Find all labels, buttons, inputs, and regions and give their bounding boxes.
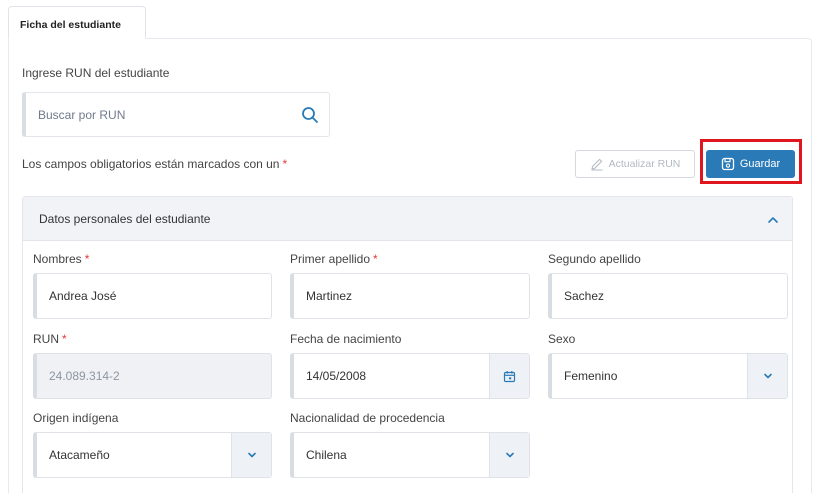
nacionalidad-dropdown-toggle[interactable] <box>489 433 529 477</box>
nombres-label-text: Nombres <box>33 252 82 266</box>
search-input[interactable] <box>38 105 278 125</box>
save-button[interactable]: Guardar <box>706 150 795 178</box>
search-label: Ingrese RUN del estudiante <box>22 66 170 80</box>
primer-apellido-field[interactable]: Martinez <box>290 273 530 319</box>
nombres-field[interactable]: Andrea José <box>33 273 272 319</box>
run-label-text: RUN <box>33 332 59 346</box>
fecha-nacimiento-value: 14/05/2008 <box>306 369 367 383</box>
run-value: 24.089.314-2 <box>49 369 120 383</box>
nacionalidad-select[interactable]: Chilena <box>290 432 530 478</box>
chevron-down-icon <box>247 452 256 458</box>
nombres-required-marker: * <box>84 252 90 266</box>
nacionalidad-label: Nacionalidad de procedencia <box>290 411 445 425</box>
chevron-down-icon <box>505 452 514 458</box>
origen-indigena-value: Atacameño <box>49 448 110 462</box>
nombres-label: Nombres * <box>33 252 89 266</box>
save-icon <box>721 157 734 171</box>
chevron-down-icon <box>763 373 772 379</box>
run-label: RUN * <box>33 332 67 346</box>
calendar-icon <box>503 370 516 382</box>
search-icon[interactable] <box>300 105 320 125</box>
nombres-value: Andrea José <box>49 289 117 303</box>
segundo-apellido-field[interactable]: Sachez <box>548 273 788 319</box>
segundo-apellido-value: Sachez <box>564 289 605 303</box>
fecha-nacimiento-field[interactable]: 14/05/2008 <box>290 353 530 399</box>
segundo-apellido-label: Segundo apellido <box>548 252 641 266</box>
sexo-select[interactable]: Femenino <box>548 353 788 399</box>
required-notice: Los campos obligatorios están marcados c… <box>22 157 287 171</box>
origen-indigena-label: Origen indígena <box>33 411 119 425</box>
required-marker: * <box>282 157 288 171</box>
fecha-nacimiento-label: Fecha de nacimiento <box>290 332 402 346</box>
calendar-button[interactable] <box>489 354 529 398</box>
update-run-button[interactable]: Actualizar RUN <box>575 150 695 178</box>
primer-apellido-label: Primer apellido * <box>290 252 378 266</box>
primer-apellido-required-marker: * <box>373 252 378 266</box>
origen-indigena-dropdown-toggle[interactable] <box>231 433 271 477</box>
primer-apellido-label-text: Primer apellido <box>290 252 371 266</box>
tab-ficha-estudiante[interactable]: Ficha del estudiante <box>8 6 146 39</box>
sexo-value: Femenino <box>564 369 618 383</box>
sexo-label: Sexo <box>548 332 576 346</box>
chevron-up-icon[interactable] <box>766 213 780 227</box>
primer-apellido-value: Martinez <box>306 289 353 303</box>
section-header[interactable]: Datos personales del estudiante <box>23 197 792 241</box>
search-field[interactable] <box>22 92 330 137</box>
nacionalidad-value: Chilena <box>306 448 347 462</box>
edit-icon <box>590 158 603 171</box>
save-label: Guardar <box>739 158 781 170</box>
update-run-label: Actualizar RUN <box>608 158 681 170</box>
sexo-dropdown-toggle[interactable] <box>747 354 787 398</box>
section-title: Datos personales del estudiante <box>39 212 211 226</box>
tab-label: Ficha del estudiante <box>20 19 121 31</box>
run-required-marker: * <box>62 332 67 346</box>
required-notice-text: Los campos obligatorios están marcados c… <box>22 157 280 171</box>
origen-indigena-select[interactable]: Atacameño <box>33 432 272 478</box>
run-field: 24.089.314-2 <box>33 353 272 399</box>
